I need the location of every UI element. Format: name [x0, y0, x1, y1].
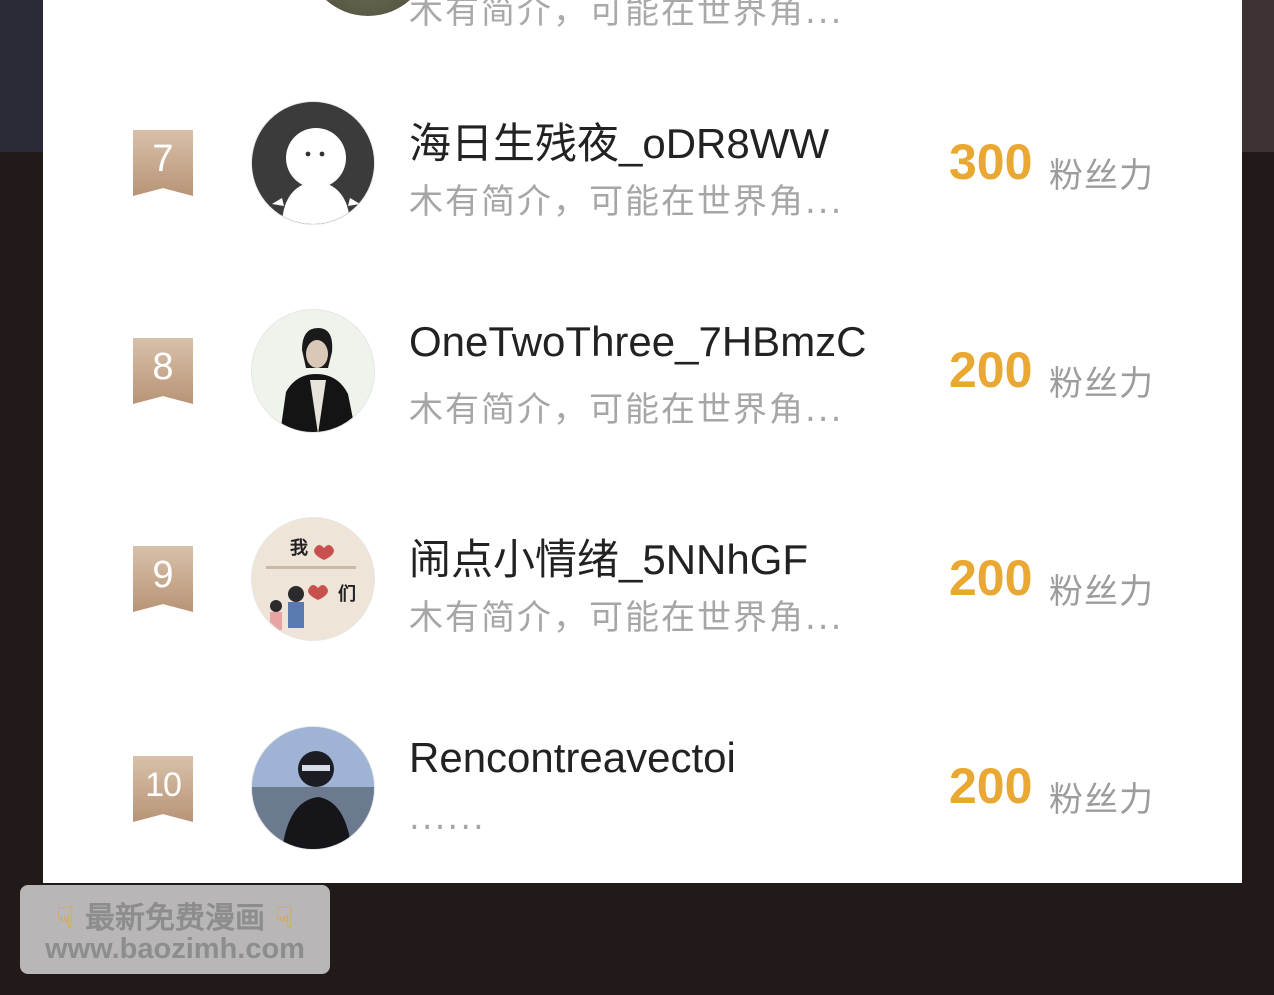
list-item[interactable]: 10 Rencontreavectoi ...... 200 粉丝力: [43, 712, 1242, 862]
user-bio: 木有简介，可能在世界角...: [409, 390, 844, 430]
fans-count: 300: [949, 134, 1033, 190]
watermark-text: 最新免费漫画: [85, 901, 265, 936]
fans-label: 粉丝力: [1049, 364, 1154, 404]
site-watermark: ☟ 最新免费漫画 ☟ www.baozimh.com: [20, 885, 330, 974]
pointing-down-hand-icon: ☟: [56, 901, 75, 936]
watermark-url: www.baozimh.com: [45, 933, 305, 965]
fans-label: 粉丝力: [1049, 156, 1154, 196]
fans-count: 200: [949, 550, 1033, 606]
avatar-text-bottom: 们: [338, 584, 356, 605]
avatar[interactable]: [251, 309, 375, 433]
user-bio: 木有简介，可能在世界角...: [409, 0, 844, 32]
list-item[interactable]: 9 我 们 闹点小情绪_5NNhGF 木有简介，可能在世界角... 200 粉丝…: [43, 504, 1242, 654]
user-name[interactable]: Rencontreavectoi: [409, 734, 736, 782]
fans-label: 粉丝力: [1049, 780, 1154, 820]
avatar[interactable]: [251, 726, 375, 850]
pointing-down-hand-icon: ☟: [275, 901, 294, 936]
rank-badge: 9: [133, 546, 193, 612]
default-avatar-icon: [252, 102, 374, 224]
user-photo-icon: [252, 727, 374, 849]
user-name[interactable]: OneTwoThree_7HBmzC: [409, 318, 867, 366]
rank-badge: 10: [133, 756, 193, 822]
fans-count: 200: [949, 342, 1033, 398]
user-bio: 木有简介，可能在世界角...: [409, 182, 844, 222]
user-photo-icon: [252, 310, 374, 432]
avatar[interactable]: 我 们: [251, 517, 375, 641]
rank-badge: 7: [133, 130, 193, 196]
background-top-right: [1242, 0, 1274, 152]
user-bio: 木有简介，可能在世界角...: [409, 598, 844, 638]
user-bio: ......: [409, 798, 486, 838]
rank-badge: 8: [133, 338, 193, 404]
background-top-left: [0, 0, 43, 152]
list-item[interactable]: 7 海日生残夜_oDR8WW 木有简介，可能在世界角... 300 粉丝力: [43, 88, 1242, 238]
fans-count: 200: [949, 758, 1033, 814]
list-item[interactable]: 8 OneTwoThree_7HBmzC 木有简介，可能在世界角... 200 …: [43, 296, 1242, 446]
avatar[interactable]: [251, 101, 375, 225]
user-name[interactable]: 海日生残夜_oDR8WW: [409, 110, 829, 171]
fans-label: 粉丝力: [1049, 572, 1154, 612]
avatar-text-top: 我: [290, 538, 308, 559]
user-name[interactable]: 闹点小情绪_5NNhGF: [409, 526, 808, 587]
fan-ranking-card: 木有简介，可能在世界角... 7 海日生残夜_oDR8WW 木有简介，可能在世界…: [43, 0, 1242, 883]
couple-illustration-icon: [252, 518, 374, 640]
